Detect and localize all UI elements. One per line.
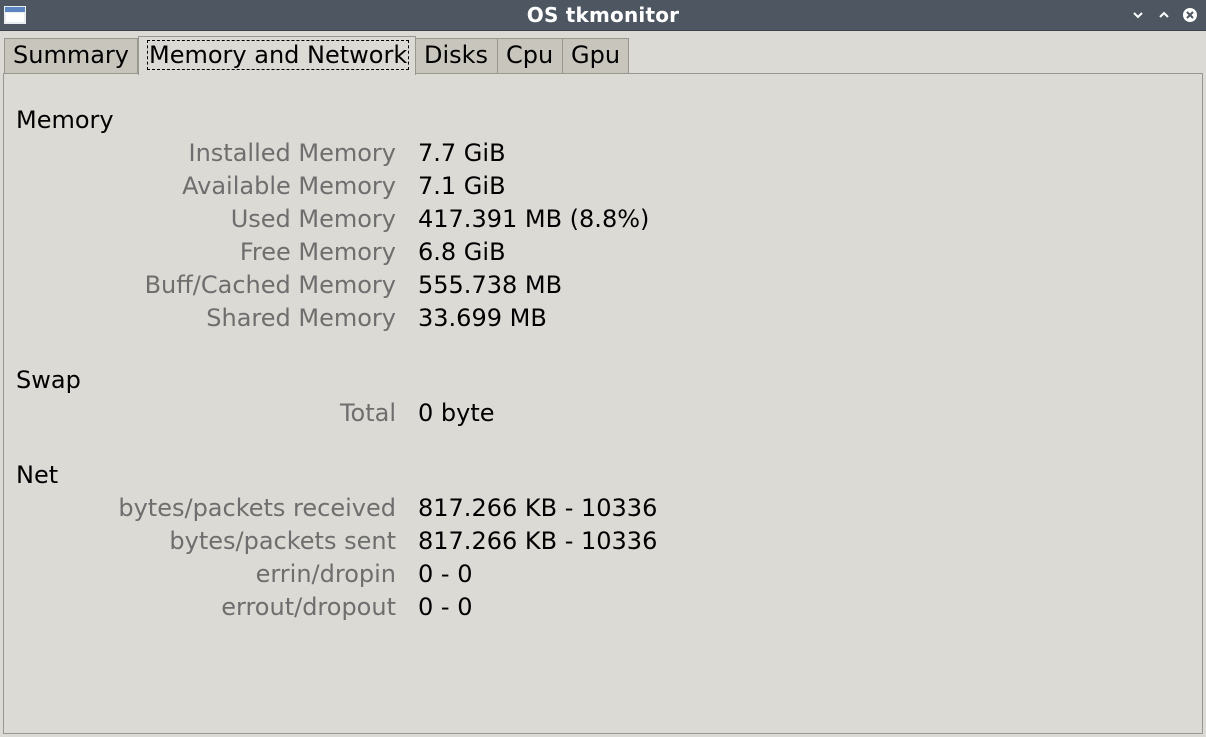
- title-bar[interactable]: OS tkmonitor: [0, 0, 1206, 31]
- shared-memory-value: 33.699 MB: [418, 304, 547, 332]
- buff-cached-memory-value: 555.738 MB: [418, 271, 563, 299]
- used-memory-label: Used Memory: [230, 205, 396, 233]
- installed-memory-label: Installed Memory: [188, 139, 396, 167]
- bytes-packets-sent-label: bytes/packets sent: [169, 527, 396, 555]
- tab-summary[interactable]: Summary: [4, 38, 138, 73]
- window-title: OS tkmonitor: [526, 3, 680, 27]
- close-icon[interactable]: [1182, 7, 1198, 23]
- bytes-packets-received-value: 817.266 KB - 10336: [418, 494, 658, 522]
- free-memory-label: Free Memory: [239, 238, 396, 266]
- errin-dropin-value: 0 - 0: [418, 560, 473, 588]
- errout-dropout-label: errout/dropout: [221, 593, 396, 621]
- tab-disks[interactable]: Disks: [415, 38, 498, 73]
- available-memory-label: Available Memory: [182, 172, 396, 200]
- swap-total-value: 0 byte: [418, 399, 495, 427]
- memory-network-panel: Memory Installed Memory 7.7 GiB Availabl…: [3, 73, 1203, 734]
- swap-total-label: Total: [339, 399, 396, 427]
- maximize-icon[interactable]: [1156, 7, 1172, 23]
- tab-memory-and-network-label: Memory and Network: [147, 40, 410, 70]
- memory-section-title: Memory: [16, 106, 114, 134]
- bytes-packets-received-label: bytes/packets received: [118, 494, 396, 522]
- app-window: OS tkmonitor Summary Memory and Network …: [0, 0, 1206, 737]
- buff-cached-memory-label: Buff/Cached Memory: [144, 271, 396, 299]
- minimize-icon[interactable]: [1130, 7, 1146, 23]
- tab-gpu[interactable]: Gpu: [562, 38, 629, 73]
- errout-dropout-value: 0 - 0: [418, 593, 473, 621]
- tab-cpu[interactable]: Cpu: [497, 38, 563, 73]
- installed-memory-value: 7.7 GiB: [418, 139, 506, 167]
- errin-dropin-label: errin/dropin: [255, 560, 396, 588]
- net-section-title: Net: [16, 461, 59, 489]
- available-memory-value: 7.1 GiB: [418, 172, 506, 200]
- bytes-packets-sent-value: 817.266 KB - 10336: [418, 527, 658, 555]
- used-memory-value: 417.391 MB (8.8%): [418, 205, 650, 233]
- swap-section-title: Swap: [16, 366, 81, 394]
- shared-memory-label: Shared Memory: [206, 304, 396, 332]
- tab-memory-and-network[interactable]: Memory and Network: [138, 36, 416, 75]
- free-memory-value: 6.8 GiB: [418, 238, 506, 266]
